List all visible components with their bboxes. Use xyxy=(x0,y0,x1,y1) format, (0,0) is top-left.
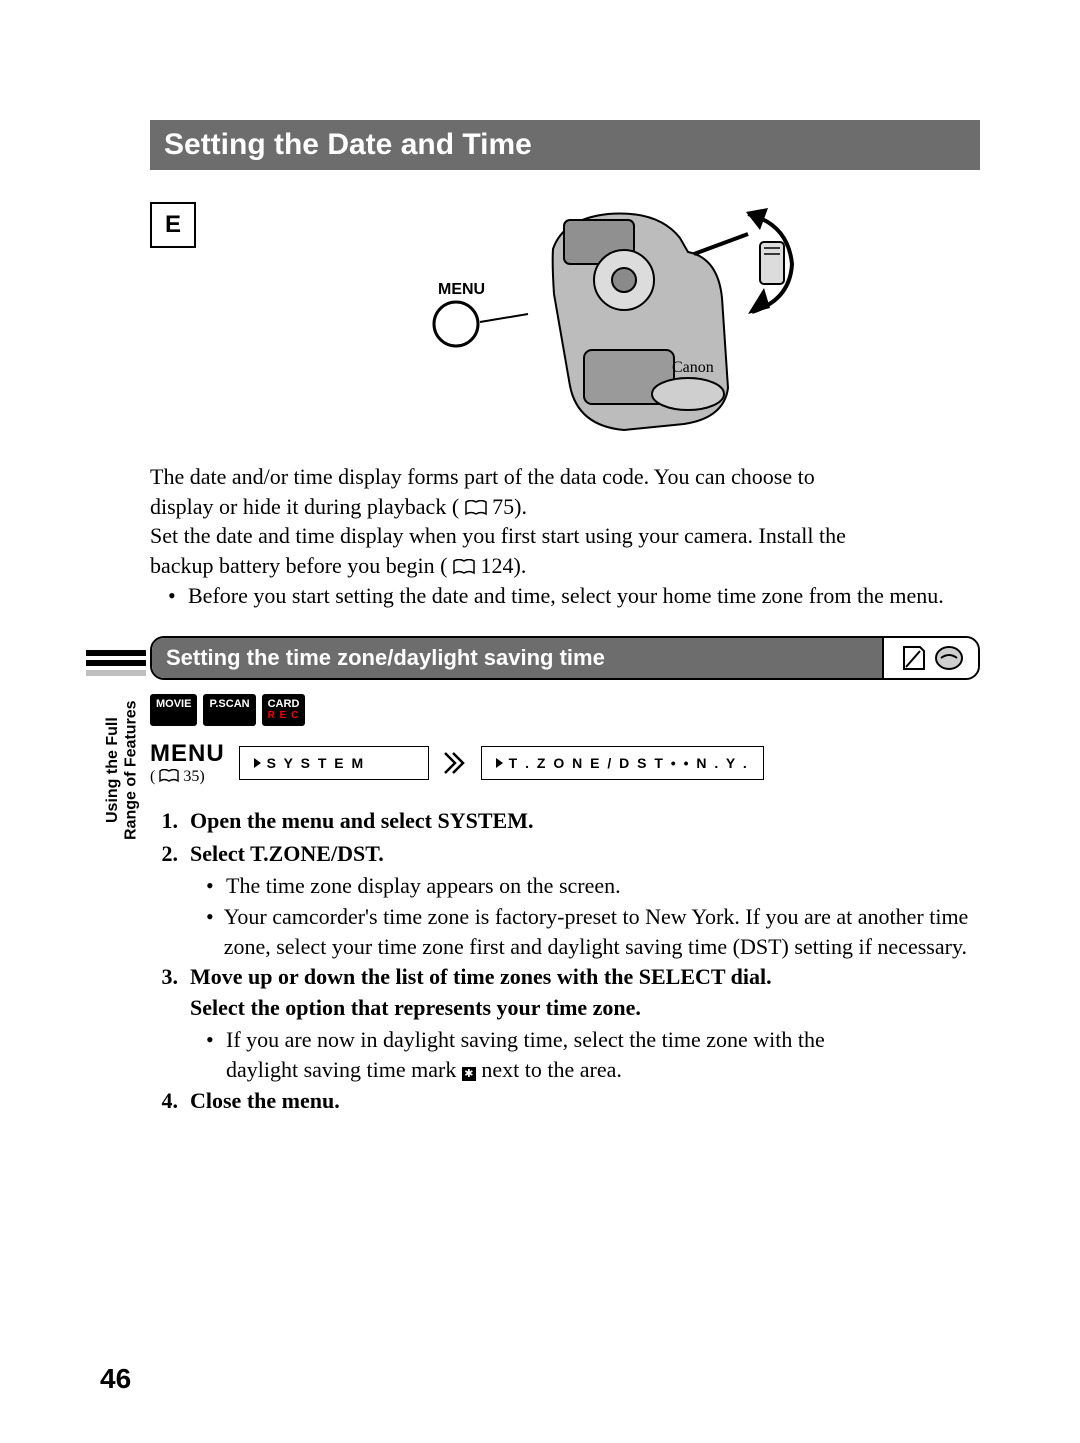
mode-card: CARDR E C xyxy=(262,694,306,726)
triangle-right-icon xyxy=(254,758,261,768)
section-heading-label: Setting the time zone/daylight saving ti… xyxy=(152,638,882,678)
menu-box-system: S Y S T E M xyxy=(239,746,429,780)
section-heading-icons xyxy=(882,638,978,678)
menu-path-row: MENU ( 35) S Y S T E M T . Z O N E / D S… xyxy=(150,740,980,786)
step-4: 4. Close the menu. xyxy=(150,1086,980,1116)
step-2: 2. Select T.ZONE/DST. xyxy=(150,839,980,869)
menu-box-tzone: T . Z O N E / D S T • • N . Y . xyxy=(481,746,764,780)
page-ref-icon xyxy=(453,559,475,575)
intro-bullet: Before you start setting the date and ti… xyxy=(188,581,944,611)
page-ref-icon xyxy=(465,500,487,516)
intro-text: The date and/or time display forms part … xyxy=(150,462,980,610)
dst-mark-icon: ✱ xyxy=(462,1067,476,1081)
menu-label-in-illustration: MENU xyxy=(438,281,485,298)
side-tab-text: Using the FullRange of Features xyxy=(104,680,141,860)
camcorder-svg: MENU Canon xyxy=(388,194,808,444)
page-number: 46 xyxy=(100,1363,131,1395)
page-ref-icon xyxy=(159,769,179,783)
page-title: Setting the Date and Time xyxy=(150,120,980,170)
mode-pscan: P.SCAN xyxy=(203,694,255,726)
language-badge: E xyxy=(150,202,196,248)
menu-page-ref: ( 35) xyxy=(150,768,225,786)
camcorder-illustration: MENU Canon xyxy=(216,194,980,444)
bullet-dot: • xyxy=(168,581,178,611)
step-2-bullets: •The time zone display appears on the sc… xyxy=(150,871,980,962)
section-heading: Setting the time zone/daylight saving ti… xyxy=(150,636,980,680)
top-row: E MENU Canon xyxy=(150,194,980,444)
double-chevron-right-icon xyxy=(443,749,467,777)
step-1: 1. Open the menu and select SYSTEM. xyxy=(150,806,980,836)
mode-badges: MOVIE P.SCAN CARDR E C xyxy=(150,694,980,726)
sd-card-icon xyxy=(898,645,928,671)
svg-text:Canon: Canon xyxy=(672,359,714,376)
step-3: 3. Move up or down the list of time zone… xyxy=(150,962,980,1023)
mode-movie: MOVIE xyxy=(150,694,197,726)
step-3-bullets: • If you are now in daylight saving time… xyxy=(150,1025,980,1086)
menu-label: MENU xyxy=(150,740,225,768)
side-tab-bars xyxy=(86,650,146,676)
triangle-right-icon xyxy=(496,758,503,768)
tape-icon xyxy=(934,645,964,671)
steps-list: 1. Open the menu and select SYSTEM. 2. S… xyxy=(150,806,980,1116)
